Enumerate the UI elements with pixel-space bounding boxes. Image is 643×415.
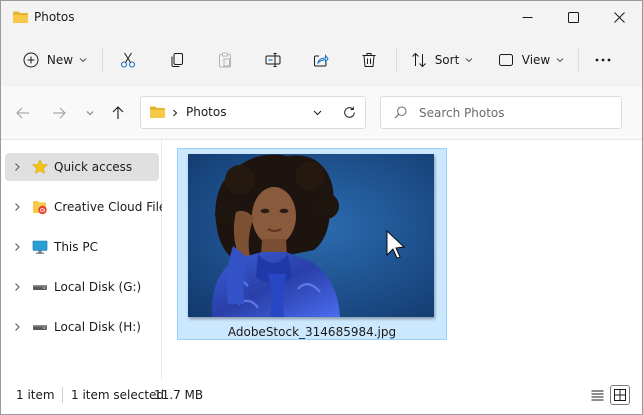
- back-button[interactable]: [13, 103, 33, 123]
- sort-button-label: Sort: [434, 53, 460, 67]
- large-icons-view-button[interactable]: [610, 385, 630, 405]
- toolbar-separator: [102, 47, 103, 73]
- view-icon: [498, 54, 513, 66]
- share-icon: [314, 54, 329, 67]
- cut-button[interactable]: [114, 46, 142, 74]
- creative-cloud-folder-icon: [33, 201, 47, 215]
- sort-button[interactable]: Sort: [405, 46, 479, 74]
- maximize-button[interactable]: [550, 1, 596, 33]
- status-size: 11.7 MB: [154, 388, 204, 402]
- minimize-button[interactable]: [504, 1, 550, 33]
- chevron-down-icon: [86, 111, 94, 116]
- details-view-button[interactable]: [587, 385, 607, 405]
- search-box[interactable]: [380, 96, 622, 129]
- sort-icon: [411, 52, 426, 68]
- nav-item-label: Quick access: [54, 160, 133, 174]
- recent-locations-button[interactable]: [80, 103, 100, 123]
- plus-circle-icon: [23, 52, 39, 68]
- window-title: Photos: [34, 10, 75, 24]
- chevron-down-icon[interactable]: [313, 110, 322, 116]
- copy-button[interactable]: [163, 46, 191, 74]
- paste-button[interactable]: [211, 46, 239, 74]
- close-icon: [613, 11, 625, 23]
- chevron-down-icon: [556, 58, 564, 63]
- navigation-pane: Quick access Creative Cloud Files This P…: [1, 140, 173, 380]
- nav-item-label: Local Disk (G:): [54, 280, 142, 294]
- nav-item-local-disk-h[interactable]: Local Disk (H:): [5, 313, 159, 341]
- title-bar[interactable]: Photos: [1, 1, 642, 33]
- nav-item-this-pc[interactable]: This PC: [5, 233, 159, 261]
- toolbar-separator: [396, 47, 397, 73]
- nav-item-label: This PC: [54, 240, 98, 254]
- breadcrumb-photos[interactable]: Photos: [186, 104, 226, 120]
- nav-item-label: Local Disk (H:): [54, 320, 141, 334]
- search-icon: [394, 106, 407, 119]
- status-separator: [62, 387, 63, 403]
- address-row: Photos: [1, 87, 642, 140]
- arrow-up-icon: [112, 106, 124, 119]
- status-selection: 1 item selected: [71, 388, 165, 402]
- drive-icon: [33, 285, 47, 290]
- more-icon: [595, 58, 611, 62]
- nav-item-local-disk-g[interactable]: Local Disk (G:): [5, 273, 159, 301]
- see-more-button[interactable]: [589, 46, 617, 74]
- copy-icon: [171, 53, 183, 67]
- address-bar[interactable]: Photos: [140, 96, 366, 129]
- nav-item-creative-cloud-files[interactable]: Creative Cloud Files: [5, 193, 173, 221]
- new-button[interactable]: New: [17, 46, 93, 74]
- nav-item-label: Creative Cloud Files: [54, 200, 173, 214]
- status-bar: 1 item 1 item selected 11.7 MB: [1, 380, 642, 414]
- file-list[interactable]: AdobeStock_314685984.jpg: [162, 140, 642, 380]
- new-button-label: New: [46, 53, 74, 67]
- star-icon: [32, 159, 48, 174]
- chevron-right-icon[interactable]: [12, 282, 22, 292]
- file-name: AdobeStock_314685984.jpg: [227, 325, 397, 339]
- folder-icon: [13, 11, 28, 23]
- close-button[interactable]: [596, 1, 642, 33]
- drive-icon: [33, 325, 47, 330]
- up-button[interactable]: [108, 103, 128, 123]
- details-view-icon: [591, 390, 603, 400]
- chevron-down-icon: [465, 58, 473, 63]
- arrow-right-icon: [53, 107, 66, 119]
- refresh-icon[interactable]: [343, 106, 356, 119]
- chevron-right-icon[interactable]: [12, 162, 22, 172]
- large-icons-view-icon: [614, 389, 626, 401]
- status-item-count: 1 item: [16, 388, 55, 402]
- chevron-right-icon[interactable]: [12, 242, 22, 252]
- file-item[interactable]: AdobeStock_314685984.jpg: [177, 148, 447, 340]
- forward-button[interactable]: [49, 103, 69, 123]
- delete-icon: [362, 53, 376, 67]
- paste-icon: [219, 52, 231, 68]
- toolbar-separator: [578, 47, 579, 73]
- view-button[interactable]: View: [493, 46, 569, 74]
- arrow-left-icon: [16, 107, 29, 119]
- chevron-right-icon: [173, 109, 178, 117]
- folder-icon: [150, 106, 165, 118]
- delete-button[interactable]: [355, 46, 383, 74]
- maximize-icon: [567, 11, 579, 23]
- cut-icon: [120, 52, 136, 68]
- image-thumbnail: [188, 154, 434, 317]
- rename-button[interactable]: [259, 46, 287, 74]
- command-bar: New Sort View: [1, 33, 642, 87]
- nav-item-quick-access[interactable]: Quick access: [5, 153, 159, 181]
- minimize-icon: [522, 16, 532, 18]
- monitor-icon: [32, 240, 48, 254]
- chevron-right-icon[interactable]: [12, 322, 22, 332]
- explorer-window: Photos New Sort View Photos Search Photo…: [0, 0, 643, 415]
- view-button-label: View: [521, 53, 551, 67]
- share-button[interactable]: [307, 46, 335, 74]
- chevron-down-icon: [79, 58, 87, 63]
- chevron-right-icon[interactable]: [12, 202, 22, 212]
- search-input[interactable]: [419, 104, 609, 122]
- rename-icon: [265, 53, 281, 67]
